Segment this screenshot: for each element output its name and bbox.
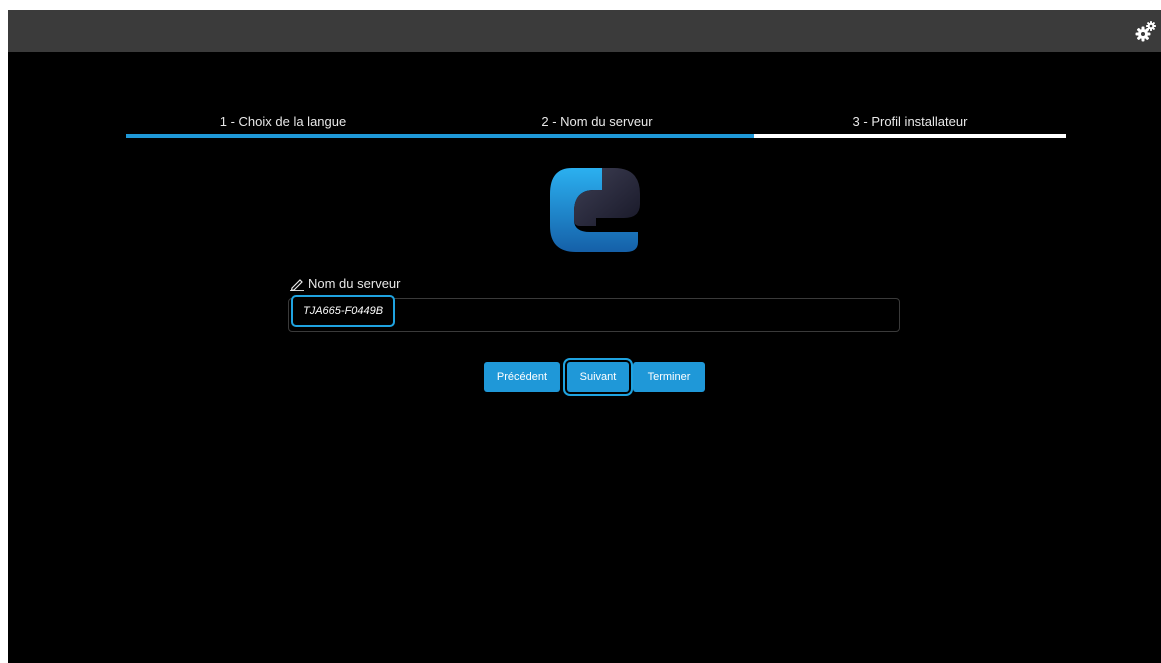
step-label: 1 - Choix de la langue xyxy=(219,114,347,129)
wizard-steps: 1 - Choix de la langue 2 - Nom du serveu… xyxy=(126,114,1066,138)
server-name-input[interactable] xyxy=(291,295,395,327)
step-progress-bar xyxy=(754,134,1066,138)
gears-icon xyxy=(1135,21,1156,42)
server-name-field[interactable] xyxy=(288,295,900,332)
previous-button[interactable]: Précédent xyxy=(484,362,560,392)
next-button[interactable]: Suivant xyxy=(567,362,629,392)
step-server-name: 2 - Nom du serveur xyxy=(440,114,754,138)
step-progress-bar xyxy=(126,134,440,138)
settings-button[interactable] xyxy=(1131,16,1161,46)
step-installer-profile: 3 - Profil installateur xyxy=(754,114,1066,138)
e-logo xyxy=(550,168,640,252)
step-label: 3 - Profil installateur xyxy=(852,114,968,129)
finish-button[interactable]: Terminer xyxy=(633,362,705,392)
server-name-label-text: Nom du serveur xyxy=(308,276,401,291)
step-label: 2 - Nom du serveur xyxy=(541,114,653,129)
server-name-label: Nom du serveur xyxy=(290,276,400,291)
step-language: 1 - Choix de la langue xyxy=(126,114,440,138)
pencil-icon xyxy=(290,278,304,291)
app-window: 1 - Choix de la langue 2 - Nom du serveu… xyxy=(8,10,1161,663)
step-progress-bar xyxy=(440,134,754,138)
top-bar xyxy=(8,10,1161,52)
